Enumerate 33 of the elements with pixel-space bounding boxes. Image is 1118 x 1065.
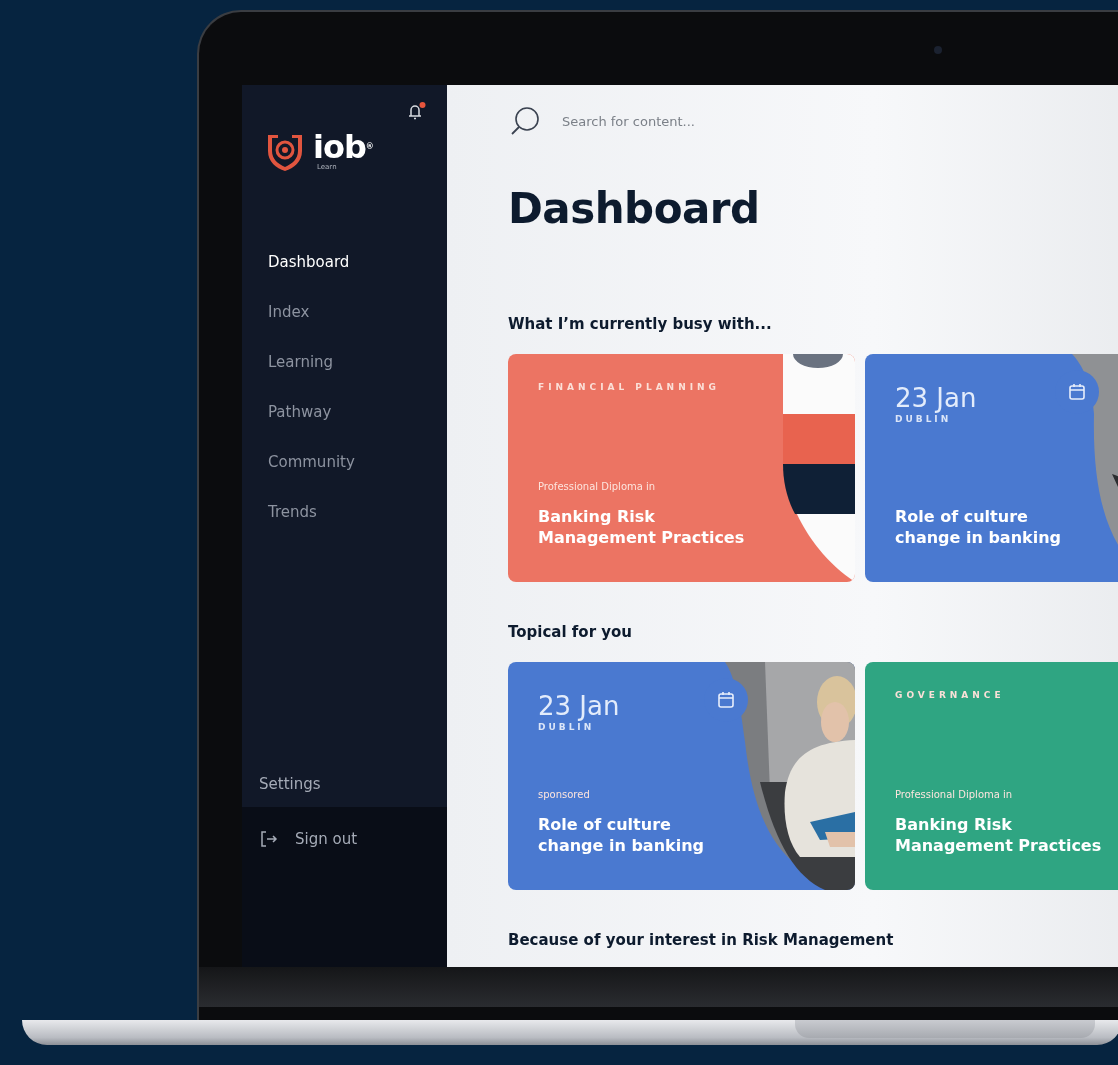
- card-title: Role of culture change in banking: [895, 506, 1062, 548]
- course-card[interactable]: GOVERNANCE Professional Diploma in Banking Risk Management Practices: [865, 662, 1118, 890]
- event-location: DUBLIN: [895, 414, 952, 424]
- nav-item[interactable]: Pathway: [268, 387, 332, 437]
- section-heading: Because of your interest in Risk Management: [508, 930, 895, 950]
- card-subtitle: Professional Diploma in: [538, 481, 656, 492]
- course-card[interactable]: FINANCIAL PLANNING Professional Diploma in Banking Risk Management Practices: [508, 354, 855, 582]
- camera-icon: [934, 46, 942, 54]
- card-category: FINANCIAL PLANNING: [538, 382, 720, 392]
- page-title: Dashboard: [508, 183, 761, 235]
- card-title: Banking Risk Management Practices: [895, 814, 1103, 856]
- nav-item[interactable]: Learning: [268, 337, 334, 387]
- sponsored-label: sponsored: [538, 789, 590, 800]
- event-location: DUBLIN: [538, 722, 595, 732]
- event-date: 23 Jan: [538, 690, 620, 722]
- card-title: Role of culture change in banking: [538, 814, 705, 856]
- search-field[interactable]: Search for content...: [560, 112, 784, 130]
- card-category: GOVERNANCE: [895, 690, 1005, 700]
- section-heading: What I’m currently busy with...: [508, 314, 773, 334]
- event-date: 23 Jan: [895, 382, 977, 414]
- card-title: Banking Risk Management Practices: [538, 506, 746, 548]
- card-subtitle: Professional Diploma in: [895, 789, 1013, 800]
- nav-item[interactable]: Trends: [268, 487, 317, 537]
- sign-out-button[interactable]: Sign out: [259, 829, 358, 849]
- nav-item[interactable]: Community: [268, 437, 355, 487]
- settings-link[interactable]: Settings: [242, 775, 321, 807]
- event-card[interactable]: 23 Jan DUBLIN sponsored Role of culture change in banking: [508, 662, 855, 890]
- event-card[interactable]: 23 Jan DUBLIN Role of culture change in banking: [865, 354, 1118, 582]
- nav-item[interactable]: Index: [268, 287, 310, 337]
- section-heading: Topical for you: [508, 622, 633, 642]
- nav-item[interactable]: Dashboard: [268, 237, 350, 287]
- logo-wordmark: iob$^{®}$: [313, 131, 373, 163]
- sign-out-icon: [259, 829, 279, 849]
